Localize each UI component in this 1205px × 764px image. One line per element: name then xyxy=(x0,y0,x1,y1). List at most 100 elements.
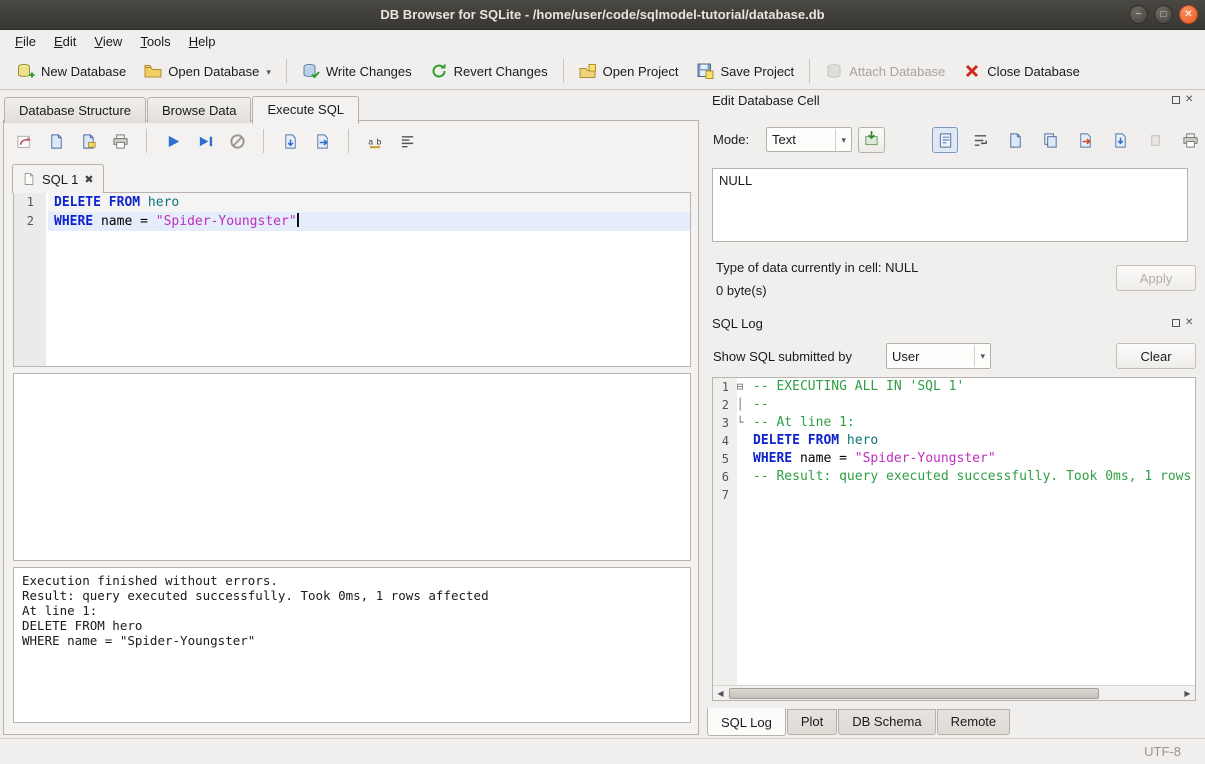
revert-changes-icon xyxy=(430,62,448,80)
dock-tab-remote[interactable]: Remote xyxy=(937,709,1011,735)
write-changes-button[interactable]: Write Changes xyxy=(293,57,421,85)
sql1-tab-close-icon[interactable]: ✖ xyxy=(84,173,93,186)
open-project-icon xyxy=(579,62,597,80)
code-text: -- Result: query executed successfully. … xyxy=(747,468,1195,486)
sql-log-title: SQL Log xyxy=(712,316,763,331)
code-line: 2WHERE name = "Spider-Youngster" xyxy=(14,212,690,231)
minimize-button[interactable]: − xyxy=(1129,5,1148,24)
open-database-dropdown-icon[interactable]: ▾ xyxy=(266,67,271,80)
code-text: WHERE name = "Spider-Youngster" xyxy=(747,450,1195,468)
execution-log: Execution finished without errors.Result… xyxy=(13,567,691,723)
sql-log-hscrollbar[interactable]: ◀ ▶ xyxy=(713,685,1195,700)
fold-guide: └ xyxy=(733,414,747,432)
cell-value: NULL xyxy=(719,173,752,188)
mode-combo[interactable]: Text ▾ xyxy=(766,127,852,152)
write-changes-label: Write Changes xyxy=(326,64,412,79)
window-title: DB Browser for SQLite - /home/user/code/… xyxy=(380,7,824,22)
maximize-button[interactable]: □ xyxy=(1154,5,1173,24)
cell-editor[interactable]: NULL xyxy=(712,168,1188,242)
dock-tab-db-schema[interactable]: DB Schema xyxy=(838,709,935,735)
open-sql-file-button[interactable] xyxy=(12,129,36,153)
close-button[interactable]: ✕ xyxy=(1179,5,1198,24)
write-changes-icon xyxy=(302,62,320,80)
menu-edit[interactable]: Edit xyxy=(45,31,85,52)
text-mode-button[interactable] xyxy=(932,127,958,153)
log-line: WHERE name = "Spider-Youngster" xyxy=(22,633,682,648)
export-cell-button[interactable] xyxy=(1072,127,1098,153)
new-database-label: New Database xyxy=(41,64,126,79)
log-line: Result: query executed successfully. Too… xyxy=(22,588,682,603)
code-line: 2│-- xyxy=(713,396,1195,414)
edit-cell-dock-controls: ✕ xyxy=(1172,95,1193,105)
close-panel-icon[interactable]: ✕ xyxy=(1185,95,1193,105)
execute-line-button[interactable] xyxy=(193,129,217,153)
import-text-button[interactable] xyxy=(1002,127,1028,153)
save-sql-icon xyxy=(80,133,97,150)
format-sql-button[interactable] xyxy=(395,129,419,153)
encoding-indicator[interactable]: UTF-8 xyxy=(1144,744,1181,759)
find-replace-button[interactable]: ab xyxy=(363,129,387,153)
chevron-down-icon: ▾ xyxy=(974,345,985,367)
scrollbar-thumb[interactable] xyxy=(729,688,1099,699)
menu-view[interactable]: View xyxy=(85,31,131,52)
scroll-left-icon[interactable]: ◀ xyxy=(713,686,728,701)
open-database-button[interactable]: Open Database ▾ xyxy=(135,57,280,85)
menu-file[interactable]: File xyxy=(6,31,45,52)
editor-toolbar-separator xyxy=(263,129,264,153)
open-project-button[interactable]: Open Project xyxy=(570,57,688,85)
code-line: 4DELETE FROM hero xyxy=(713,432,1195,450)
copy-cell-button[interactable] xyxy=(1037,127,1063,153)
float-panel-icon[interactable] xyxy=(1172,319,1180,327)
menu-help[interactable]: Help xyxy=(180,31,225,52)
find-replace-icon: ab xyxy=(367,133,384,150)
scroll-right-icon[interactable]: ▶ xyxy=(1180,686,1195,701)
close-database-button[interactable]: Close Database xyxy=(954,57,1089,85)
tab-browse-data[interactable]: Browse Data xyxy=(147,97,251,123)
sql-editor[interactable]: 1DELETE FROM hero2WHERE name = "Spider-Y… xyxy=(13,192,691,367)
save-sql-button[interactable] xyxy=(76,129,100,153)
main-toolbar: New Database Open Database ▾ Write Chang… xyxy=(0,53,1205,90)
chevron-down-icon: ▾ xyxy=(835,129,846,151)
print-cell-button[interactable] xyxy=(1177,127,1203,153)
save-cell-button[interactable] xyxy=(1107,127,1133,153)
save-project-button[interactable]: Save Project xyxy=(687,57,803,85)
new-database-button[interactable]: New Database xyxy=(8,57,135,85)
save-results-button[interactable] xyxy=(278,129,302,153)
sql1-tab[interactable]: SQL 1 ✖ xyxy=(12,164,104,193)
stop-button xyxy=(225,129,249,153)
sql-log-view[interactable]: 1⊟-- EXECUTING ALL IN 'SQL 1'2│--3└-- At… xyxy=(712,377,1196,701)
fold-marker-icon[interactable]: ⊟ xyxy=(733,378,747,396)
line-number: 6 xyxy=(713,468,733,486)
window-controls: − □ ✕ xyxy=(1129,5,1198,24)
tab-database-structure[interactable]: Database Structure xyxy=(4,97,146,123)
export-results-button[interactable] xyxy=(310,129,334,153)
menu-tools[interactable]: Tools xyxy=(131,31,179,52)
open-project-label: Open Project xyxy=(603,64,679,79)
dock-tab-sql-log[interactable]: SQL Log xyxy=(707,708,786,736)
open-sql-button[interactable] xyxy=(44,129,68,153)
tab-execute-sql[interactable]: Execute SQL xyxy=(252,96,359,124)
main-tab-bar: Database Structure Browse Data Execute S… xyxy=(4,96,360,123)
line-number: 4 xyxy=(713,432,733,450)
clear-log-button[interactable]: Clear xyxy=(1116,343,1196,369)
revert-changes-button[interactable]: Revert Changes xyxy=(421,57,557,85)
titlebar[interactable]: DB Browser for SQLite - /home/user/code/… xyxy=(0,0,1205,30)
import-cell-icon xyxy=(863,130,880,150)
close-panel-icon[interactable]: ✕ xyxy=(1185,318,1193,328)
clear-cell-button xyxy=(1142,127,1168,153)
mode-combo-value: Text xyxy=(772,132,796,147)
fold-guide xyxy=(733,432,747,450)
word-wrap-button[interactable] xyxy=(967,127,993,153)
import-cell-button[interactable] xyxy=(858,127,885,153)
dock-tab-plot[interactable]: Plot xyxy=(787,709,837,735)
toolbar-separator xyxy=(563,59,564,83)
text-cursor xyxy=(297,213,299,227)
print-sql-button[interactable] xyxy=(108,129,132,153)
execute-all-button[interactable] xyxy=(161,129,185,153)
attach-database-button: Attach Database xyxy=(816,57,954,85)
fold-guide xyxy=(40,193,48,212)
float-panel-icon[interactable] xyxy=(1172,96,1180,104)
code-line: 7 xyxy=(713,486,1195,504)
sql-log-filter-combo[interactable]: User ▾ xyxy=(886,343,991,369)
code-text: DELETE FROM hero xyxy=(48,193,690,212)
